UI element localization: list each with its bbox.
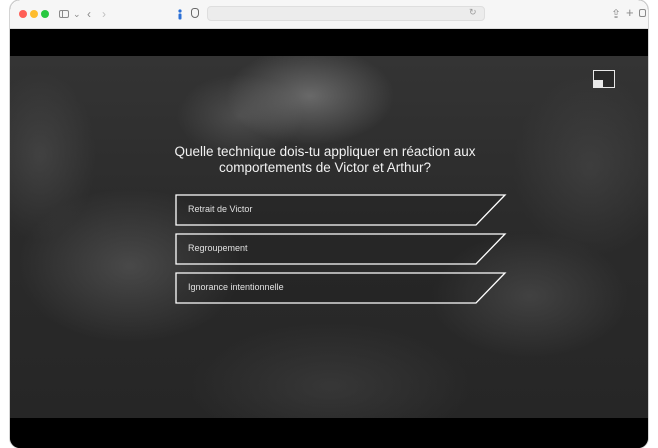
expand-icon[interactable] (593, 70, 615, 88)
quiz-question: Quelle technique dois-tu appliquer en ré… (174, 144, 476, 175)
video-letterbox-bottom (10, 418, 648, 448)
minimize-window-button[interactable] (30, 10, 38, 18)
answer-option-3[interactable]: Ignorance intentionnelle (175, 272, 507, 304)
tabs-overview-icon[interactable] (639, 9, 646, 17)
sidebar-icon[interactable] (59, 10, 69, 18)
answer-option-1[interactable]: Retrait de Victor (175, 194, 507, 226)
answer-option-2[interactable]: Regroupement (175, 233, 507, 265)
chevron-down-icon[interactable]: ⌄ (73, 7, 81, 21)
share-icon[interactable]: ⇪ (611, 7, 621, 21)
privacy-shield-icon[interactable] (191, 8, 199, 18)
video-stage: Quelle technique dois-tu appliquer en ré… (10, 56, 648, 418)
browser-toolbar: ⌄ ‹ › ↻ ⇪ + (10, 0, 648, 29)
reload-icon[interactable]: ↻ (469, 7, 477, 18)
answer-label: Ignorance intentionnelle (188, 282, 284, 292)
address-bar[interactable] (207, 6, 485, 21)
browser-window: ⌄ ‹ › ↻ ⇪ + Quelle technique dois-tu app… (10, 0, 648, 448)
new-tab-icon[interactable]: + (626, 6, 634, 20)
video-letterbox-top (10, 29, 648, 56)
page-favicon-icon (178, 9, 182, 20)
forward-icon[interactable]: › (102, 7, 106, 21)
answer-label: Retrait de Victor (188, 204, 253, 214)
zoom-window-button[interactable] (41, 10, 49, 18)
answer-label: Regroupement (188, 243, 248, 253)
back-icon[interactable]: ‹ (87, 7, 91, 21)
close-window-button[interactable] (19, 10, 27, 18)
